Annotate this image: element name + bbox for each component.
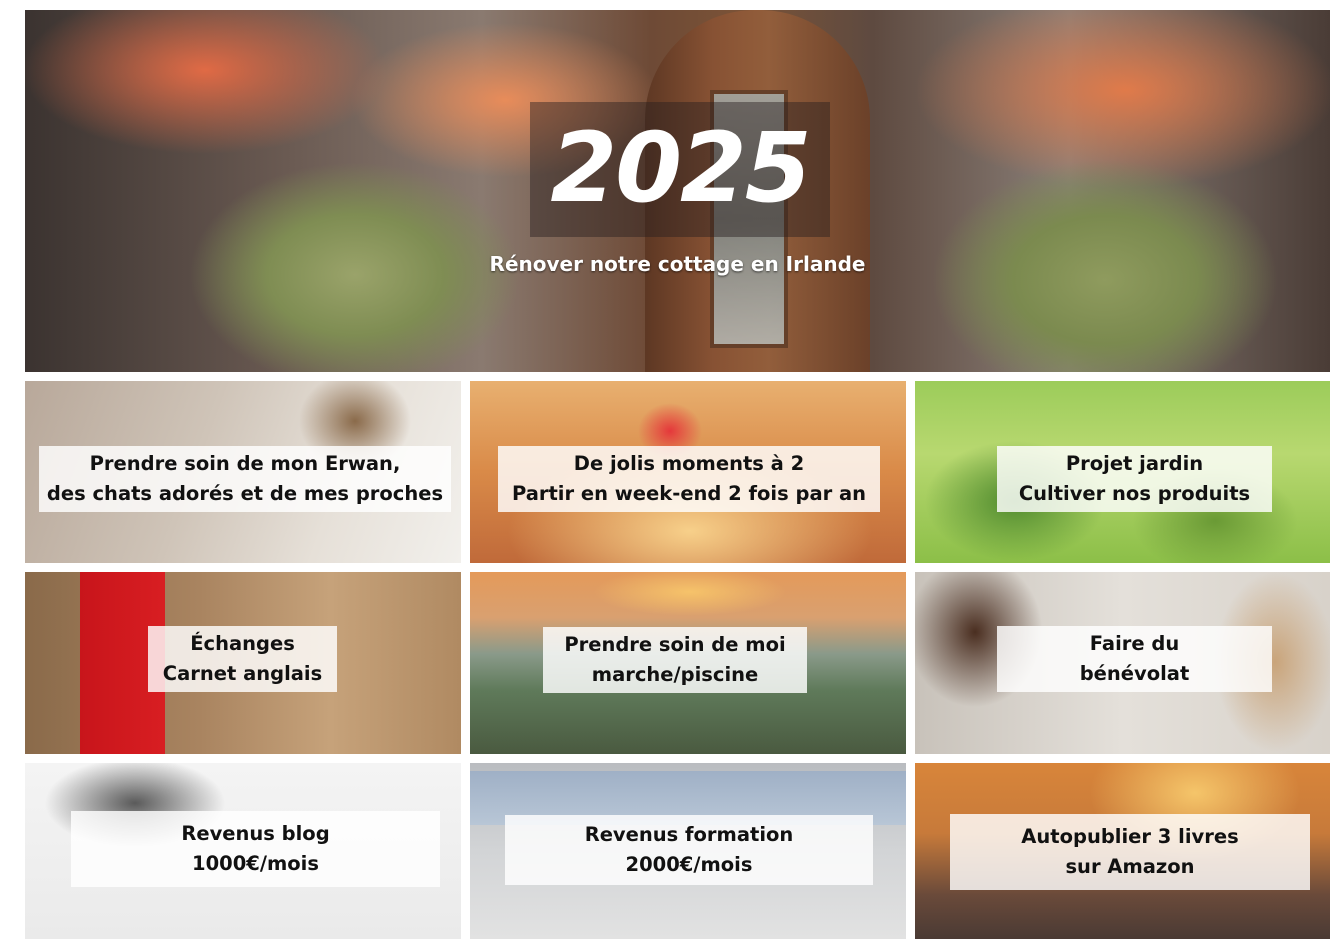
tile-label: De jolis moments à 2 Partir en week-end … xyxy=(498,446,880,512)
tile-label-line: De jolis moments à 2 xyxy=(573,452,805,475)
tile-label-line: sur Amazon xyxy=(1065,855,1195,878)
tile-label-line: 2000€/mois xyxy=(625,853,753,876)
tile-label-line: marche/piscine xyxy=(591,663,759,686)
hero-subtitle: Rénover notre cottage en Irlande xyxy=(489,252,866,276)
tile-label-line: Cultiver nos produits xyxy=(1018,482,1251,505)
tile-label: Autopublier 3 livres sur Amazon xyxy=(950,814,1310,890)
tile-label-line: bénévolat xyxy=(1079,662,1190,685)
tile-label: Prendre soin de moi marche/piscine xyxy=(543,627,807,693)
tile-label-line: Prendre soin de mon Erwan, xyxy=(89,452,401,475)
tile-label-line: Partir en week-end 2 fois par an xyxy=(511,482,867,505)
tile-label-line: Faire du xyxy=(1089,632,1180,655)
tile-label-line: Carnet anglais xyxy=(162,662,323,685)
tile-label-line: 1000€/mois xyxy=(192,852,319,875)
tile-label-line: des chats adorés et de mes proches xyxy=(46,482,444,505)
hero-title: 2025 xyxy=(550,112,811,224)
tile-label-line: Échanges xyxy=(190,632,295,655)
tile-label: Projet jardin Cultiver nos produits xyxy=(997,446,1272,512)
tile-label: Revenus blog 1000€/mois xyxy=(71,811,440,887)
tile-label: Échanges Carnet anglais xyxy=(148,626,337,692)
tile-label-line: Projet jardin xyxy=(1065,452,1204,475)
tile-label-line: Autopublier 3 livres xyxy=(1021,825,1239,848)
tile-label: Prendre soin de mon Erwan, des chats ado… xyxy=(39,446,451,512)
tile-label-line: Revenus formation xyxy=(584,823,794,846)
tile-label-line: Revenus blog xyxy=(181,822,330,845)
tile-label: Revenus formation 2000€/mois xyxy=(505,815,873,885)
tile-label: Faire du bénévolat xyxy=(997,626,1272,692)
tile-label-line: Prendre soin de moi xyxy=(564,633,786,656)
